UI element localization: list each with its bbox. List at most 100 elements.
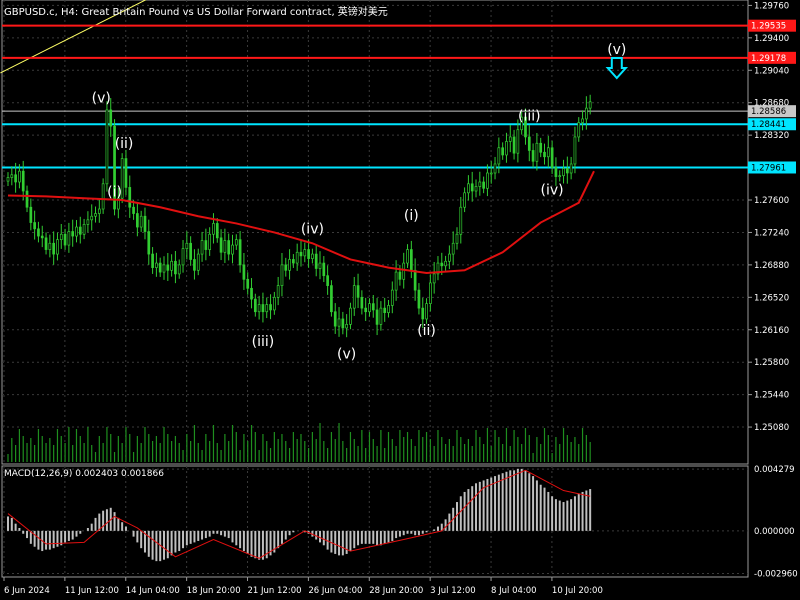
- red-level-2-tag-label: 1.29178: [751, 54, 786, 64]
- candle-body: [409, 249, 413, 271]
- candle-body: [588, 101, 592, 109]
- candle-body: [185, 242, 189, 250]
- candle-body: [432, 273, 436, 284]
- candle-body: [56, 239, 59, 255]
- candle-body: [581, 118, 584, 123]
- candle-body: [132, 206, 135, 214]
- candle-body: [193, 259, 196, 271]
- candle-body: [413, 269, 417, 291]
- candle-body: [227, 240, 231, 255]
- candle-body: [299, 251, 303, 257]
- wave-label: (ii): [417, 323, 436, 339]
- candle-body: [97, 208, 101, 214]
- candle-body: [474, 186, 478, 192]
- candle-body: [398, 271, 402, 280]
- candle-body: [71, 231, 75, 237]
- time-tick-label: 21 Jun 12:00: [248, 586, 302, 596]
- candle-body: [406, 249, 409, 264]
- candle-body: [368, 303, 371, 313]
- candle-body: [390, 289, 394, 306]
- candle-body: [546, 147, 550, 158]
- candle-body: [6, 177, 10, 182]
- candle-body: [501, 147, 504, 156]
- candle-body: [40, 235, 44, 239]
- time-tick-label: 8 Jul 04:00: [491, 586, 537, 596]
- candle-body: [212, 223, 215, 235]
- wave-label: (iii): [252, 334, 275, 350]
- candle-body: [527, 136, 531, 151]
- candle-body: [565, 168, 569, 174]
- candle-body: [425, 303, 428, 320]
- candle-body: [455, 233, 459, 244]
- candle-body: [280, 264, 284, 286]
- candle-body: [82, 223, 86, 235]
- candle-body: [360, 296, 364, 309]
- cyan-level-1-tag-label: 1.28441: [751, 120, 786, 130]
- candle-body: [562, 168, 565, 177]
- price-tick-label: 1.25440: [754, 391, 789, 401]
- candle-body: [147, 231, 151, 255]
- cyan-level-2-tag-label: 1.27961: [751, 163, 786, 173]
- candle-body: [364, 307, 368, 313]
- candle-body: [352, 285, 356, 309]
- candle-body: [170, 260, 173, 271]
- candle-body: [90, 215, 94, 221]
- candle-body: [543, 151, 546, 158]
- candle-body: [288, 259, 291, 271]
- wave-label: (iii): [518, 109, 541, 125]
- candle-body: [508, 136, 512, 142]
- candle-body: [67, 231, 71, 246]
- candle-body: [486, 172, 489, 189]
- candle-body: [333, 311, 337, 327]
- candle-body: [577, 122, 581, 138]
- candle-body: [177, 264, 181, 275]
- candle-body: [451, 242, 455, 255]
- price-tick-label: 1.25800: [754, 358, 789, 368]
- price-tick-label: 1.26520: [754, 293, 789, 303]
- price-tick-label: 1.25080: [754, 423, 789, 433]
- candle-body: [231, 244, 234, 255]
- price-tick-label: 1.26880: [754, 261, 789, 271]
- candle-body: [208, 233, 212, 250]
- candle-body: [109, 109, 113, 127]
- time-tick-label: 11 Jun 12:00: [65, 586, 119, 596]
- candle-body: [539, 142, 543, 153]
- current-price-tag-label: 1.28586: [751, 107, 786, 117]
- candle-body: [234, 239, 238, 246]
- macd-title: MACD(12,26,9) 0.002403 0.001866: [4, 469, 164, 479]
- wave-label: (iv): [541, 183, 564, 199]
- candle-body: [512, 136, 516, 154]
- candle-body: [478, 181, 482, 187]
- candle-body: [136, 213, 139, 228]
- candle-body: [375, 309, 379, 325]
- candle-body: [448, 253, 451, 262]
- candle-body: [303, 249, 307, 257]
- candle-body: [155, 262, 158, 268]
- red-level-1-tag-label: 1.29535: [751, 22, 786, 32]
- candle-body: [21, 170, 25, 192]
- candle-body: [25, 190, 29, 208]
- candle-body: [421, 307, 425, 320]
- candle-body: [489, 172, 493, 175]
- candle-body: [402, 262, 406, 280]
- candle-body: [143, 215, 147, 232]
- candle-body: [124, 158, 128, 188]
- price-tick-label: 1.29040: [754, 66, 789, 76]
- candle-body: [269, 304, 272, 311]
- candle-body: [341, 318, 345, 329]
- candle-body: [151, 253, 154, 268]
- candle-body: [33, 222, 36, 230]
- candle-body: [467, 183, 470, 194]
- candle-body: [337, 318, 341, 327]
- wave-label: (v): [92, 91, 111, 107]
- chart-canvas[interactable]: 1.297601.294001.290401.286801.283201.279…: [0, 0, 800, 600]
- candle-body: [444, 260, 447, 267]
- candle-body: [429, 282, 432, 304]
- wave-label: (iv): [301, 221, 324, 237]
- macd-tick-label: 0.004279: [754, 465, 795, 475]
- candle-body: [394, 271, 398, 291]
- candle-body: [326, 275, 329, 286]
- candle-body: [417, 289, 421, 309]
- candle-body: [48, 242, 52, 250]
- chart-title: GBPUSD.c, H4: Great Britain Pound vs US …: [4, 7, 388, 18]
